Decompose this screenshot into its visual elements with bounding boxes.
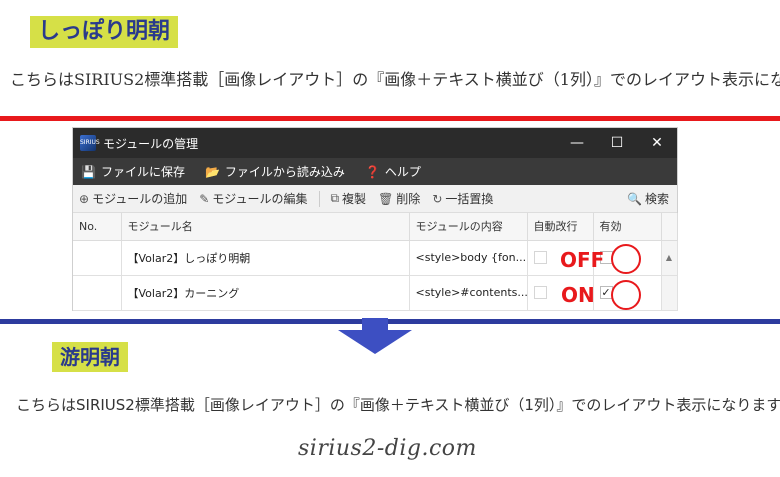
- column-enabled[interactable]: 有効: [593, 213, 662, 241]
- scrollbar-track-header: [661, 213, 678, 241]
- row-module-content: <style>body {fon...: [409, 240, 528, 276]
- sample-text-shippori: こちらはSIRIUS2標準搭載［画像レイアウト］の『画像＋テキスト横並び（1列）…: [10, 70, 780, 89]
- column-module-content[interactable]: モジュールの内容: [409, 213, 528, 241]
- pencil-icon: ✎: [199, 191, 210, 206]
- delete-button[interactable]: 🗑 削除: [378, 190, 420, 207]
- row-module-name: 【Volar2】しっぽり明朝: [121, 240, 410, 276]
- red-divider: [0, 116, 780, 121]
- add-module-label: モジュールの追加: [92, 192, 188, 206]
- add-module-button[interactable]: ⊕ モジュールの追加: [79, 190, 187, 207]
- sample-text-yu-mincho: こちらはSIRIUS2標準搭載［画像レイアウト］の『画像＋テキスト横並び（1列）…: [16, 396, 780, 414]
- arrow-down-icon: [338, 318, 412, 354]
- save-icon: 💾: [81, 164, 96, 179]
- highlight-circle-on: [611, 280, 641, 310]
- font-label-yu-mincho: 游明朝: [52, 342, 128, 372]
- menu-help[interactable]: ❓ ヘルプ: [365, 163, 421, 180]
- window-title: モジュールの管理: [103, 136, 199, 151]
- column-no[interactable]: No.: [73, 213, 122, 241]
- off-annotation: OFF: [560, 248, 605, 272]
- menu-save-to-file[interactable]: 💾 ファイルに保存: [81, 163, 185, 180]
- highlight-circle-off: [611, 244, 641, 274]
- replace-icon: ↻: [432, 191, 443, 206]
- app-icon: SIRIUS: [80, 135, 100, 151]
- toolbar: ⊕ モジュールの追加 ✎ モジュールの編集 ⧉ 複製 🗑 削除 ↻ 一括置換 🔍…: [73, 185, 677, 213]
- edit-module-button[interactable]: ✎ モジュールの編集: [199, 190, 307, 207]
- table-header-row: No. モジュール名 モジュールの内容 自動改行 有効: [73, 213, 678, 241]
- menu-load-label: ファイルから読み込み: [224, 165, 345, 179]
- bulk-replace-button[interactable]: ↻ 一括置換: [432, 190, 493, 207]
- menu-bar: 💾 ファイルに保存 📂 ファイルから読み込み ❓ ヘルプ: [73, 158, 677, 185]
- menu-save-label: ファイルに保存: [100, 165, 185, 179]
- row-module-name: 【Volar2】カーニング: [121, 275, 410, 311]
- toolbar-separator: [319, 190, 321, 207]
- bulk-replace-label: 一括置換: [445, 192, 494, 206]
- help-icon: ❓: [364, 164, 380, 179]
- column-module-name[interactable]: モジュール名: [121, 213, 410, 241]
- search-label: 検索: [644, 192, 669, 206]
- delete-label: 削除: [396, 192, 421, 206]
- trash-icon: 🗑: [378, 191, 394, 206]
- maximize-button[interactable]: ☐: [597, 128, 637, 158]
- plus-circle-icon: ⊕: [79, 191, 90, 206]
- edit-module-label: モジュールの編集: [212, 192, 308, 206]
- duplicate-label: 複製: [342, 192, 367, 206]
- close-button[interactable]: ✕: [637, 128, 677, 158]
- scrollbar-track[interactable]: [661, 275, 678, 311]
- site-watermark: sirius2-dig.com: [298, 436, 477, 461]
- search-button[interactable]: 🔍 検索: [627, 190, 669, 207]
- duplicate-button[interactable]: ⧉ 複製: [330, 190, 366, 207]
- duplicate-icon: ⧉: [330, 191, 340, 205]
- on-annotation: ON: [561, 283, 595, 307]
- folder-icon: 📂: [204, 164, 220, 179]
- auto-wrap-checkbox[interactable]: [533, 286, 547, 300]
- row-module-content: <style>#contents...: [409, 275, 528, 311]
- row-no: [73, 275, 122, 311]
- font-label-shippori: しっぽり明朝: [30, 16, 179, 48]
- title-bar: SIRIUS モジュールの管理 — ☐ ✕: [73, 128, 677, 158]
- auto-wrap-checkbox[interactable]: [533, 251, 547, 265]
- minimize-button[interactable]: —: [557, 128, 597, 158]
- menu-load-from-file[interactable]: 📂 ファイルから読み込み: [205, 163, 345, 180]
- menu-help-label: ヘルプ: [384, 165, 421, 179]
- column-auto-wrap[interactable]: 自動改行: [527, 213, 594, 241]
- row-no: [73, 240, 122, 276]
- search-icon: 🔍: [627, 191, 642, 206]
- scroll-up-button[interactable]: ▲: [661, 240, 678, 276]
